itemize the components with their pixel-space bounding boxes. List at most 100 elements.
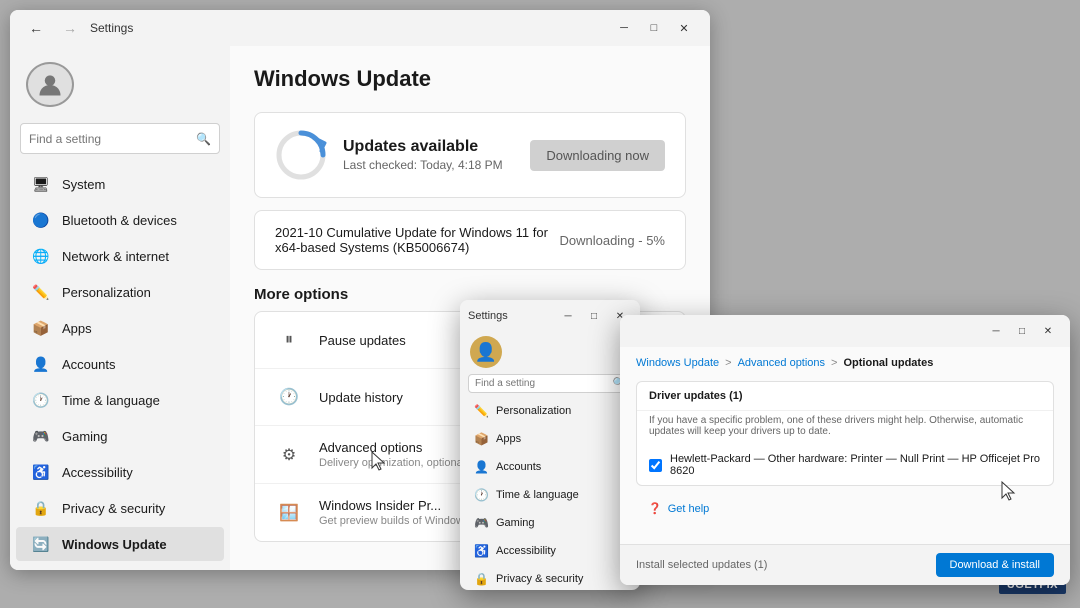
pause-icon: ⏸	[275, 326, 303, 354]
download-button[interactable]: Downloading now	[530, 140, 665, 171]
privacy-icon-sm: 🔒	[474, 572, 488, 586]
sidebar-item-windows-update[interactable]: 🔄 Windows Update	[16, 527, 224, 561]
maximize-button[interactable]: □	[640, 14, 668, 42]
accounts-icon-sm: 👤	[474, 460, 488, 474]
search-input[interactable]	[29, 132, 196, 146]
avatar-2: 👤	[470, 336, 502, 368]
install-button[interactable]: Download & install	[936, 553, 1055, 577]
advanced-icon: ⚙	[275, 441, 303, 469]
label: Privacy & security	[496, 573, 583, 585]
driver-item-label: Hewlett-Packard — Other hardware: Printe…	[670, 453, 1041, 477]
network-icon: 🌐	[32, 247, 50, 265]
update-spinning-icon	[275, 129, 327, 181]
sidebar-item-time[interactable]: 🕐 Time & language	[16, 383, 224, 417]
history-icon: 🕐	[275, 383, 303, 411]
sidebar-item-sm-gaming[interactable]: 🎮 Gaming	[464, 510, 636, 536]
close-btn-opt[interactable]: ✕	[1036, 319, 1060, 343]
install-count: Install selected updates (1)	[636, 559, 767, 571]
forward-button[interactable]: →	[56, 14, 84, 42]
driver-header: Driver updates (1)	[637, 382, 1053, 411]
sidebar: 🔍 🖥 System 🔵 Bluetooth & devices 🌐 Netwo…	[10, 46, 230, 570]
get-help[interactable]: ❓ Get help	[636, 496, 1054, 521]
label: Personalization	[496, 405, 571, 417]
sidebar-item-system[interactable]: 🖥 System	[16, 167, 224, 201]
page-title: Windows Update	[254, 66, 686, 92]
optional-body: Windows Update > Advanced options > Opti…	[620, 347, 1070, 544]
sidebar-item-network[interactable]: 🌐 Network & internet	[16, 239, 224, 273]
download-item-name: 2021-10 Cumulative Update for Windows 11…	[275, 225, 559, 255]
personalization-icon: ✏️	[32, 283, 50, 301]
sidebar-item-accounts[interactable]: 👤 Accounts	[16, 347, 224, 381]
download-item-status: Downloading - 5%	[559, 233, 665, 248]
back-button[interactable]: ←	[22, 14, 50, 42]
breadcrumb-sep-2: >	[831, 357, 837, 369]
second-window-title: Settings	[468, 310, 508, 322]
sidebar-item-label: Gaming	[62, 429, 108, 444]
breadcrumb-advanced-options[interactable]: Advanced options	[738, 357, 825, 369]
download-item: 2021-10 Cumulative Update for Windows 11…	[254, 210, 686, 270]
driver-checkbox[interactable]	[649, 459, 662, 472]
sidebar-item-bluetooth[interactable]: 🔵 Bluetooth & devices	[16, 203, 224, 237]
search-icon: 🔍	[196, 132, 211, 146]
personalization-icon-sm: ✏️	[474, 404, 488, 418]
avatar[interactable]	[26, 62, 74, 107]
sidebar-item-privacy[interactable]: 🔒 Privacy & security	[16, 491, 224, 525]
sidebar-item-accessibility[interactable]: ♿ Accessibility	[16, 455, 224, 489]
breadcrumb-sep-1: >	[725, 357, 731, 369]
minimize-button[interactable]: ─	[610, 14, 638, 42]
sidebar-item-label: Windows Update	[62, 537, 167, 552]
time-icon: 🕐	[32, 391, 50, 409]
label: Apps	[496, 433, 521, 445]
accessibility-icon-sm: ♿	[474, 544, 488, 558]
apps-icon: 📦	[32, 319, 50, 337]
apps-icon-sm: 📦	[474, 432, 488, 446]
search-box[interactable]: 🔍	[20, 123, 220, 154]
sidebar-item-gaming[interactable]: 🎮 Gaming	[16, 419, 224, 453]
sidebar-item-label: System	[62, 177, 105, 192]
sidebar-item-sm-time[interactable]: 🕐 Time & language	[464, 482, 636, 508]
label: Gaming	[496, 517, 535, 529]
gaming-icon: 🎮	[32, 427, 50, 445]
sidebar-item-label: Apps	[62, 321, 92, 336]
close-button[interactable]: ✕	[670, 14, 698, 42]
sidebar-item-personalization[interactable]: ✏️ Personalization	[16, 275, 224, 309]
sidebar-item-sm-privacy[interactable]: 🔒 Privacy & security	[464, 566, 636, 590]
system-icon: 🖥	[32, 175, 50, 193]
driver-item: Hewlett-Packard — Other hardware: Printe…	[637, 445, 1053, 485]
sidebar-item-sm-accessibility[interactable]: ♿ Accessibility	[464, 538, 636, 564]
minimize-btn-2[interactable]: ─	[556, 304, 580, 328]
sidebar-item-apps[interactable]: 📦 Apps	[16, 311, 224, 345]
label: Time & language	[496, 489, 579, 501]
breadcrumb-current: Optional updates	[843, 357, 933, 369]
sidebar-item-sm-apps[interactable]: 📦 Apps	[464, 426, 636, 452]
breadcrumb: Windows Update > Advanced options > Opti…	[636, 357, 1054, 369]
update-status: Updates available	[343, 138, 514, 156]
driver-desc: If you have a specific problem, one of t…	[637, 411, 1053, 445]
maximize-btn-opt[interactable]: □	[1010, 319, 1034, 343]
insider-icon: 🪟	[275, 499, 303, 527]
breadcrumb-windows-update[interactable]: Windows Update	[636, 357, 719, 369]
sidebar-item-label: Time & language	[62, 393, 160, 408]
search-box-2[interactable]: 🔍	[468, 374, 632, 393]
maximize-btn-2[interactable]: □	[582, 304, 606, 328]
second-settings-window: Settings ─ □ ✕ 👤 🔍 ✏️ Personalization 📦 …	[460, 300, 640, 590]
search-input-2[interactable]	[475, 378, 613, 389]
driver-section: Driver updates (1) If you have a specifi…	[636, 381, 1054, 486]
label: Accounts	[496, 461, 541, 473]
minimize-btn-opt[interactable]: ─	[984, 319, 1008, 343]
gaming-icon-sm: 🎮	[474, 516, 488, 530]
sidebar-item-label: Accessibility	[62, 465, 133, 480]
title-bar: ← → Settings ─ □ ✕	[10, 10, 710, 46]
sidebar-item-sm-personalization[interactable]: ✏️ Personalization	[464, 398, 636, 424]
label: Accessibility	[496, 545, 556, 557]
optional-updates-window: ─ □ ✕ Windows Update > Advanced options …	[620, 315, 1070, 585]
sidebar-item-label: Personalization	[62, 285, 151, 300]
sidebar-item-sm-accounts[interactable]: 👤 Accounts	[464, 454, 636, 480]
update-subtitle: Last checked: Today, 4:18 PM	[343, 158, 514, 172]
optional-footer: Install selected updates (1) Download & …	[620, 544, 1070, 585]
optional-title-bar: ─ □ ✕	[620, 315, 1070, 347]
help-icon: ❓	[648, 502, 662, 515]
window-title: Settings	[90, 21, 133, 35]
sidebar-item-label: Bluetooth & devices	[62, 213, 177, 228]
accessibility-icon: ♿	[32, 463, 50, 481]
